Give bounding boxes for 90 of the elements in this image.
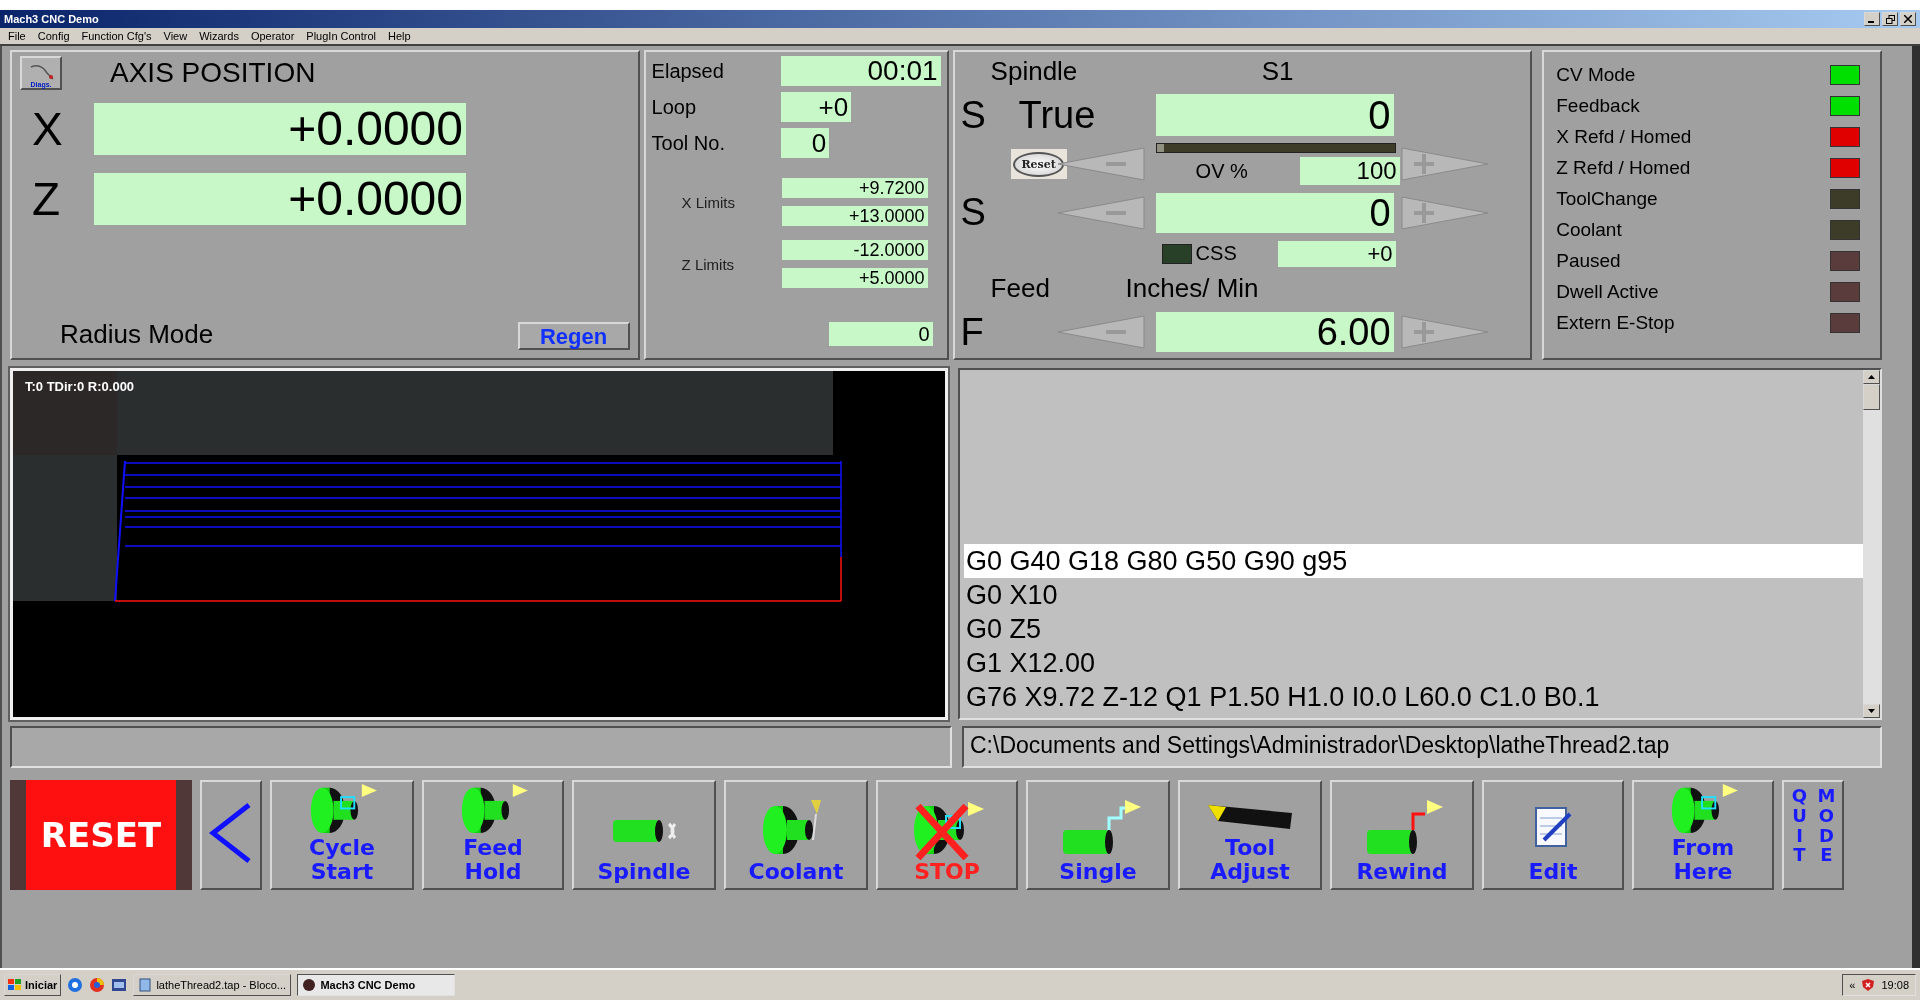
indicator-label: Coolant [1556,219,1622,241]
shield-icon[interactable] [1861,978,1876,992]
field-label: Loop [651,95,698,119]
menu-item[interactable]: File [2,30,32,42]
up-arrow-icon [1868,375,1875,379]
menu-item[interactable]: Operator [244,30,301,42]
panel-title: Spindle [989,56,1079,88]
browser-icon[interactable] [67,977,84,993]
indicator-label: CV Mode [1556,64,1636,86]
gcode-line[interactable]: G0 Z5 [964,612,1863,646]
decrease-button[interactable] [1055,146,1146,183]
speed-readout: 0 [1155,192,1394,233]
gcode-line[interactable]: G76 X9.72 Z-12 Q1 P1.50 H1.0 I0.0 L60.0 C1.0 B0.1 [964,680,1863,714]
minimize-button[interactable] [1864,12,1880,26]
indicator-label: X Refd / Homed [1556,126,1692,148]
taskbar-task[interactable]: Mach3 CNC Demo [297,974,456,996]
css-readout: +0 [1277,240,1396,267]
reset-button[interactable]: Reset [1010,149,1067,180]
limit-readout: -12.0000 [781,240,928,260]
clock: 19:08 [1881,979,1909,991]
gcode-line[interactable]: G1 X12.00 [964,646,1863,680]
units-label: Inches/ Min [1125,273,1260,305]
scrollbar-thumb[interactable] [1863,384,1880,410]
restore-button[interactable] [1882,12,1898,26]
toolpath-status: T:0 TDir:0 R:0.000 [25,379,135,394]
reset-button[interactable]: RESET [10,780,192,890]
down-arrow-icon [1868,709,1875,713]
feed-readout: 6.00 [1155,312,1394,353]
css-label: CSS [1195,242,1237,266]
menu-item[interactable]: Config [31,30,76,42]
axis-label: X [31,102,64,156]
menu-item[interactable]: View [157,30,194,42]
indicator-label: Extern E-Stop [1556,312,1675,334]
axis-readout: +0.0000 [94,103,466,155]
override-readout: 100 [1299,157,1400,186]
value-readout: 0 [781,128,830,158]
field-label: Elapsed [651,59,725,83]
limits-label: X Limits [680,193,736,211]
axis-label: Z [31,172,62,226]
close-button[interactable] [1900,12,1916,26]
cutting-tool-icon [1207,804,1293,830]
windows-flag-icon [8,979,22,991]
value-readout: +0 [781,92,852,122]
restore-icon [1885,14,1895,24]
start-button[interactable]: Iniciar [4,974,62,996]
panel-title: AXIS POSITION [110,57,316,89]
minus-icon [1055,146,1146,183]
indicator-label: ToolChange [1556,188,1658,210]
limits-label: Z Limits [680,255,736,273]
app-icon[interactable] [111,977,128,993]
tray-toggle[interactable]: « [1849,979,1856,991]
browser-icon[interactable] [89,977,106,993]
true-label: True [1017,93,1097,137]
menu-item[interactable]: PlugIn Control [300,30,383,42]
channel-label: S1 [1260,56,1295,88]
window-title: Mach3 CNC Demo [4,13,99,25]
spindle-readout: 0 [1155,94,1394,137]
plus-icon [1399,194,1490,231]
back-button[interactable] [200,780,262,890]
axis-label: S [960,191,987,235]
axis-label: F [960,310,985,354]
plus-icon [1399,314,1490,351]
chevron-left-icon [209,801,253,865]
minus-icon [1055,314,1146,351]
menu-item[interactable]: Wizards [193,30,245,42]
value-readout: 0 [828,322,933,346]
scrollbar[interactable] [1863,370,1880,718]
taskbar-task[interactable]: latheThread2.tap - Bloco... [133,974,292,996]
field-label: Tool No. [651,131,726,155]
limit-readout: +5.0000 [781,268,928,288]
value-readout: 00:01 [780,56,941,86]
axis-label: S [960,93,987,137]
axis-readout: +0.0000 [94,173,466,225]
mode-label: Radius Mode [59,319,214,350]
limit-readout: +13.0000 [781,206,928,226]
indicator-label: Dwell Active [1556,281,1659,303]
close-icon [1904,15,1912,23]
file-path: C:\Documents and Settings\Administrador\Desktop\latheThread2.tap [962,726,1882,768]
menu-item[interactable]: Help [382,30,417,42]
notepad-icon [138,978,153,992]
override-label: OV % [1195,159,1248,183]
minus-icon [1055,194,1146,231]
app-icon [302,978,317,992]
limit-readout: +9.7200 [781,178,928,198]
indicator-label: Feedback [1556,95,1640,117]
gcode-line[interactable]: G0 X10 [964,578,1863,612]
plus-icon [1399,146,1490,183]
indicator-label: Paused [1556,250,1621,272]
menu-item[interactable]: Function Cfg's [75,30,158,42]
indicator-label: Z Refd / Homed [1556,157,1691,179]
